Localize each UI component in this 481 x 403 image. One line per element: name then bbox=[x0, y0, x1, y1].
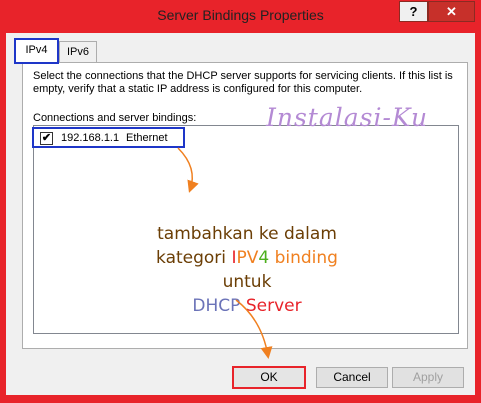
annotation-text-kategori: kategori bbox=[156, 248, 232, 268]
binding-ip-address: 192.168.1.1 bbox=[61, 132, 120, 144]
annotation-text-server: Server bbox=[245, 296, 302, 316]
title-bar[interactable]: Server Bindings Properties ? ✕ bbox=[0, 0, 481, 34]
bindings-listbox[interactable]: ✔ 192.168.1.1 Ethernet tambahkan ke dala… bbox=[32, 125, 460, 334]
annotation-text-pv: PV bbox=[236, 248, 259, 268]
binding-checkbox[interactable]: ✔ bbox=[40, 132, 53, 145]
apply-button: Apply bbox=[392, 367, 464, 388]
close-button[interactable]: ✕ bbox=[428, 1, 475, 22]
annotation-line-2: kategori IPV4 binding bbox=[34, 248, 460, 268]
watermark-text: Instalasi-Ku bbox=[266, 103, 429, 132]
annotation-line-4: DHCP Server bbox=[34, 296, 460, 316]
binding-interface-name: Ethernet bbox=[126, 132, 168, 144]
annotation-line-3: untuk bbox=[222, 272, 272, 292]
cancel-button[interactable]: Cancel bbox=[316, 367, 388, 388]
dialog-client-area: IPv4 IPv6 Select the connections that th… bbox=[6, 33, 475, 395]
tab-ipv4[interactable]: IPv4 bbox=[14, 38, 59, 64]
annotation-text-4: 4 bbox=[258, 248, 270, 268]
help-button[interactable]: ? bbox=[399, 1, 428, 22]
ok-button[interactable]: OK bbox=[232, 366, 306, 389]
annotation-text-binding: binding bbox=[269, 248, 338, 268]
annotation-text-dhcp: DHCP bbox=[192, 296, 246, 316]
binding-list-item[interactable]: ✔ 192.168.1.1 Ethernet bbox=[32, 127, 185, 148]
bindings-list-label: Connections and server bindings: bbox=[33, 112, 197, 124]
annotation-line-1: tambahkan ke dalam bbox=[157, 224, 337, 244]
description-text: Select the connections that the DHCP ser… bbox=[33, 70, 453, 95]
dialog-window: Server Bindings Properties ? ✕ IPv4 IPv6… bbox=[0, 0, 481, 403]
tab-ipv6[interactable]: IPv6 bbox=[59, 41, 97, 62]
